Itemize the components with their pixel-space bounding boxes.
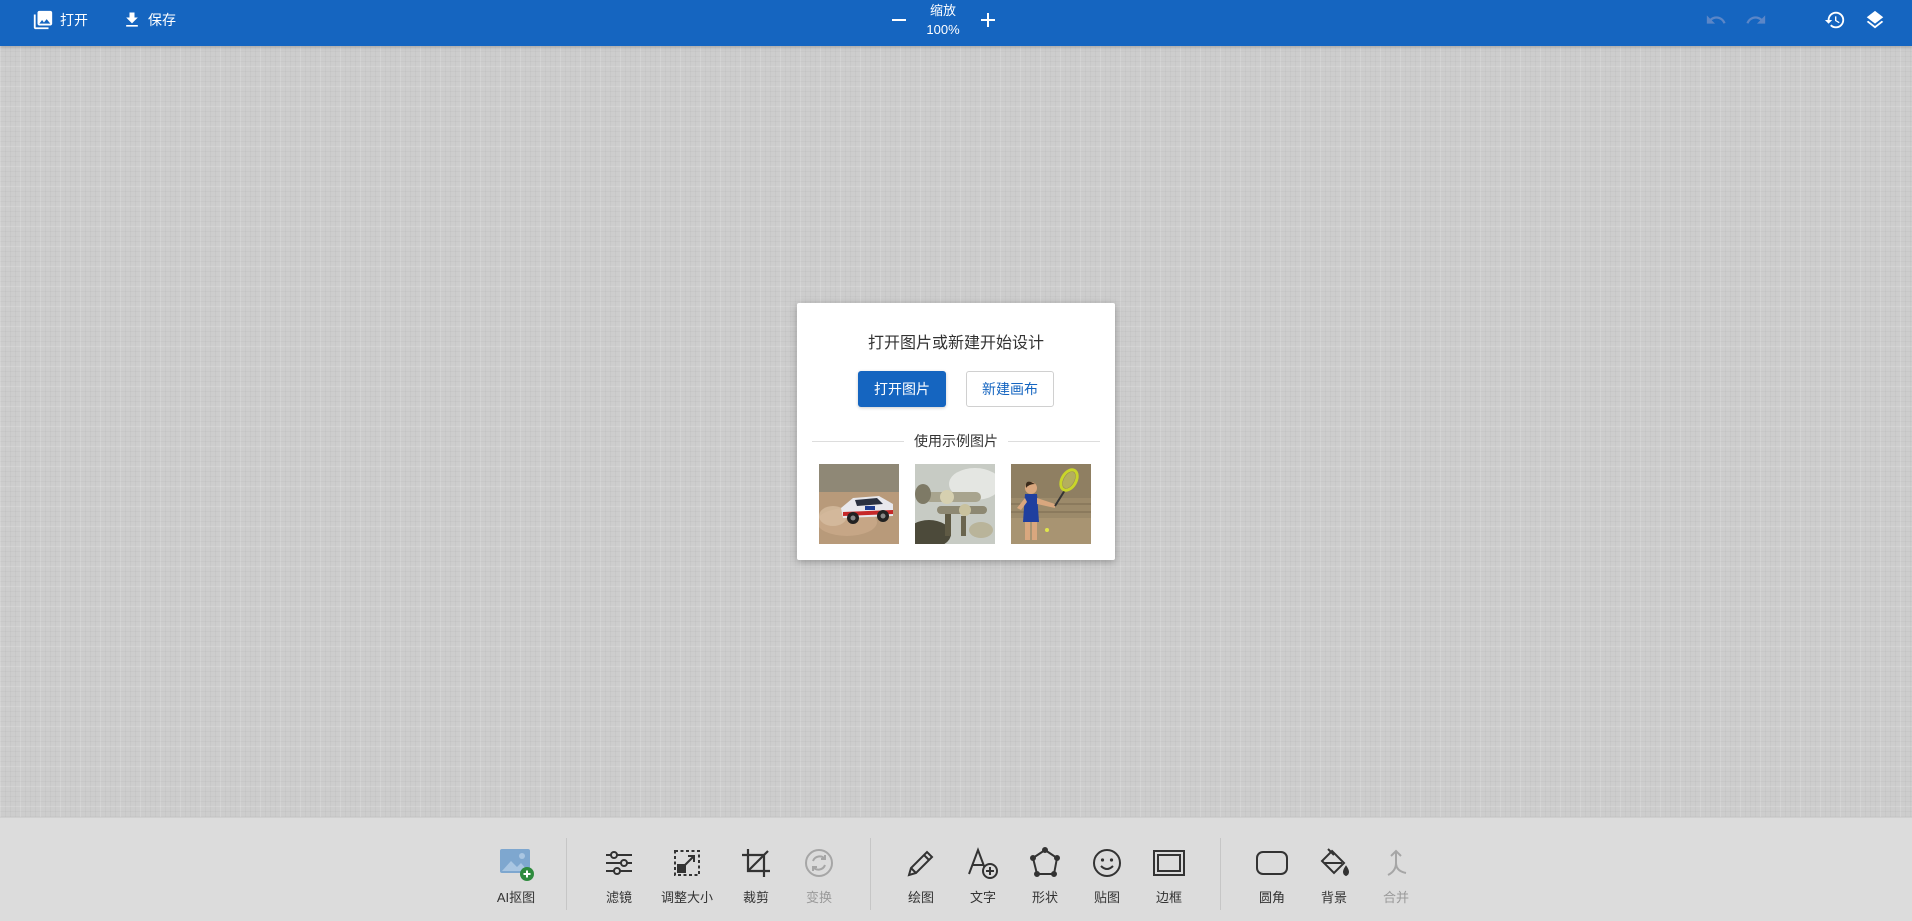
plus-icon bbox=[981, 13, 995, 27]
tool-shape[interactable]: 形状 bbox=[1015, 843, 1075, 913]
sample-image-rally-car[interactable] bbox=[819, 464, 899, 544]
divider-line-left bbox=[812, 440, 904, 442]
tool-background-label: 背景 bbox=[1320, 890, 1347, 905]
dialog-title: 打开图片或新建开始设计 bbox=[867, 335, 1044, 352]
tool-text[interactable]: 文字 bbox=[953, 843, 1013, 913]
tool-draw[interactable]: 绘图 bbox=[891, 843, 951, 913]
zoom-title: 缩放 bbox=[929, 3, 956, 18]
merge-icon bbox=[1387, 849, 1407, 876]
pencil-icon bbox=[907, 850, 934, 877]
rotate-icon bbox=[805, 849, 833, 877]
tool-sticker[interactable]: 贴图 bbox=[1077, 843, 1137, 913]
image-icon bbox=[33, 10, 53, 30]
zoom-in-button[interactable] bbox=[976, 8, 1000, 32]
tool-sticker-label: 贴图 bbox=[1093, 890, 1120, 905]
sample-image-brass-instrument[interactable] bbox=[915, 464, 995, 544]
bottom-toolbar: AI抠图 滤镜 调整大小 裁剪 变换 绘图 文字 形状 贴图 边框 圆角 背景 … bbox=[0, 817, 1912, 921]
history-icon bbox=[1824, 11, 1845, 29]
toolbar-separator bbox=[566, 838, 567, 910]
divider-line-right bbox=[1008, 440, 1100, 442]
tool-crop-label: 裁剪 bbox=[742, 890, 769, 905]
tool-shape-label: 形状 bbox=[1031, 890, 1058, 905]
tool-background[interactable]: 背景 bbox=[1304, 843, 1364, 913]
open-label: 打开 bbox=[60, 12, 88, 28]
sliders-icon bbox=[606, 851, 632, 875]
tool-frame[interactable]: 边框 bbox=[1139, 843, 1199, 913]
save-button[interactable]: 保存 bbox=[122, 0, 176, 40]
undo-button[interactable] bbox=[1704, 8, 1728, 32]
download-icon bbox=[126, 12, 138, 27]
frame-icon bbox=[1153, 850, 1185, 876]
text-add-icon bbox=[968, 847, 998, 879]
toolbar-separator bbox=[870, 838, 871, 910]
polygon-icon bbox=[1030, 847, 1060, 877]
undo-icon bbox=[1706, 15, 1726, 24]
open-image-button[interactable]: 打开图片 bbox=[858, 371, 946, 407]
redo-icon bbox=[1746, 15, 1766, 24]
new-canvas-button[interactable]: 新建画布 bbox=[966, 371, 1054, 407]
layers-button[interactable] bbox=[1863, 8, 1887, 32]
smiley-icon bbox=[1093, 849, 1121, 877]
image-plus-icon bbox=[500, 849, 534, 881]
tool-corners[interactable]: 圆角 bbox=[1242, 843, 1302, 913]
rounded-rect-icon bbox=[1256, 851, 1288, 875]
zoom-value: 100% bbox=[926, 22, 960, 37]
tool-transform[interactable]: 变换 bbox=[789, 843, 849, 913]
tool-crop[interactable]: 裁剪 bbox=[726, 843, 786, 913]
samples-label: 使用示例图片 bbox=[914, 433, 998, 449]
minus-icon bbox=[892, 19, 906, 21]
tool-resize[interactable]: 调整大小 bbox=[657, 843, 717, 913]
start-dialog: 打开图片或新建开始设计 打开图片 新建画布 使用示例图片 bbox=[797, 303, 1115, 560]
paint-bucket-icon bbox=[1320, 848, 1349, 877]
open-button[interactable]: 打开 bbox=[32, 0, 88, 40]
layers-icon bbox=[1866, 10, 1884, 29]
tool-transform-label: 变换 bbox=[805, 890, 832, 905]
history-button[interactable] bbox=[1823, 8, 1847, 32]
crop-icon bbox=[742, 849, 770, 877]
tool-ai-cutout-label: AI抠图 bbox=[496, 890, 536, 905]
tool-filter[interactable]: 滤镜 bbox=[589, 843, 649, 913]
zoom-out-button[interactable] bbox=[887, 8, 911, 32]
toolbar-separator bbox=[1220, 838, 1221, 910]
tool-draw-label: 绘图 bbox=[907, 890, 934, 905]
samples-divider: 使用示例图片 bbox=[812, 432, 1100, 450]
tool-merge[interactable]: 合并 bbox=[1366, 843, 1426, 913]
tool-frame-label: 边框 bbox=[1155, 890, 1182, 905]
sample-image-tennis-player[interactable] bbox=[1011, 464, 1091, 544]
tool-filter-label: 滤镜 bbox=[605, 890, 632, 905]
redo-button[interactable] bbox=[1744, 8, 1768, 32]
tool-ai-cutout[interactable]: AI抠图 bbox=[486, 843, 546, 913]
tool-merge-label: 合并 bbox=[1382, 890, 1409, 905]
tool-corners-label: 圆角 bbox=[1258, 890, 1285, 905]
zoom-display: 缩放 100% bbox=[918, 1, 968, 39]
tool-text-label: 文字 bbox=[969, 890, 996, 905]
resize-icon bbox=[674, 850, 700, 876]
save-label: 保存 bbox=[148, 12, 176, 28]
top-app-bar: 打开 保存 缩放 100% bbox=[0, 0, 1912, 46]
tool-resize-label: 调整大小 bbox=[660, 890, 713, 905]
